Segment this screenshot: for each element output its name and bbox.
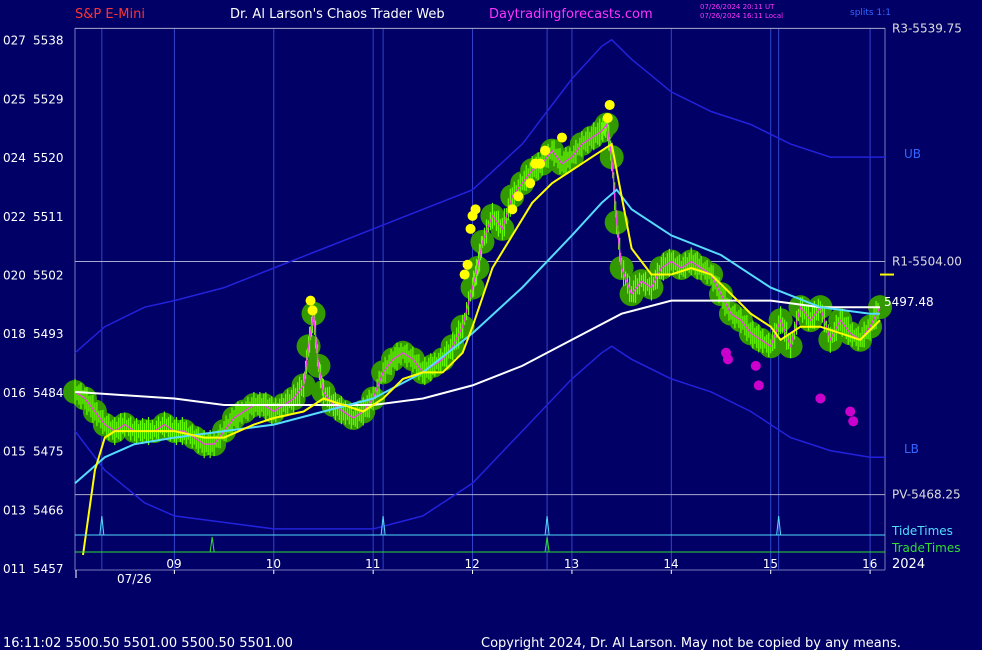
y-tick-left-label: 013 <box>3 503 26 517</box>
y-tick-price-label: 5484 <box>33 386 64 400</box>
y-tick-left-label: 027 <box>3 34 26 48</box>
y-tick-left-label: 016 <box>3 386 26 400</box>
year-label: 2024 <box>892 557 925 572</box>
yellow-signal-dot <box>525 178 536 189</box>
upper-band-label: UB <box>904 147 921 161</box>
y-tick-left-label: 024 <box>3 151 26 165</box>
y-tick-price-label: 5538 <box>33 34 64 48</box>
x-tick-label: 14 <box>663 557 678 571</box>
y-tick-left-label: 020 <box>3 269 26 283</box>
yellow-signal-dot <box>602 113 613 124</box>
yellow-signal-dot <box>556 132 567 143</box>
tide-times-label: TideTimes <box>891 524 953 538</box>
pivot-label: PV-5468.25 <box>892 488 961 502</box>
x-tick-label: 11 <box>365 557 380 571</box>
trade-times-label: TradeTimes <box>891 541 960 555</box>
y-tick-price-label: 5466 <box>33 503 64 517</box>
pivot-label: R3-5539.75 <box>892 21 962 35</box>
stamp-ut: 07/26/2024 20:11 UT <box>700 3 775 11</box>
y-tick-price-label: 5475 <box>33 445 64 459</box>
x-tick-label: 09 <box>166 557 181 571</box>
y-tick-left-label: 015 <box>3 445 26 459</box>
yellow-signal-dot <box>540 145 551 156</box>
x-tick-label: 16 <box>862 557 877 571</box>
chaos-trader-chart: R3-5539.75 R1-5504.00 PV-5468.25 011 5457 01… <box>0 0 982 650</box>
magenta-signal-dot <box>722 354 733 365</box>
yellow-signal-dot <box>535 158 546 169</box>
pivot-label: R1-5504.00 <box>892 254 962 268</box>
magenta-signal-dot <box>848 416 859 427</box>
site-title: Dr. Al Larson's Chaos Trader Web <box>230 7 445 22</box>
splits-label: splits 1:1 <box>850 8 891 18</box>
y-tick-price-label: 5520 <box>33 151 64 165</box>
y-tick-left-label: 025 <box>3 92 26 106</box>
stamp-local: 07/26/2024 16:11 Local <box>700 12 783 20</box>
yellow-signal-dot <box>513 191 524 202</box>
symbol-title: S&P E-Mini <box>75 7 145 22</box>
site-url[interactable]: Daytradingforecasts.com <box>489 7 653 22</box>
x-tick-label: 15 <box>763 557 778 571</box>
x-tick-label: 12 <box>465 557 480 571</box>
y-tick-left-label: 011 <box>3 562 26 576</box>
y-tick-price-label: 5502 <box>33 269 64 283</box>
x-tick-label: 10 <box>266 557 281 571</box>
yellow-signal-dot <box>507 204 518 215</box>
y-tick-price-label: 5493 <box>33 327 64 341</box>
lower-band-label: LB <box>904 442 919 456</box>
magenta-signal-dot <box>815 393 826 404</box>
yellow-signal-dot <box>307 305 318 316</box>
x-tick-label: 13 <box>564 557 579 571</box>
yellow-signal-dot <box>459 269 470 280</box>
yellow-signal-dot <box>465 223 476 234</box>
footer-copyright: Copyright 2024, Dr. Al Larson. May not b… <box>481 636 901 650</box>
magenta-signal-dot <box>753 380 764 391</box>
magenta-signal-dot <box>750 360 761 371</box>
y-tick-price-label: 5457 <box>33 562 64 576</box>
yellow-signal-dot <box>604 99 615 110</box>
yellow-signal-dot <box>470 204 481 215</box>
yellow-signal-dot <box>462 259 473 270</box>
y-tick-left-label: 018 <box>3 327 26 341</box>
yellow-signal-dot <box>305 295 316 306</box>
y-tick-price-label: 5529 <box>33 92 64 106</box>
y-tick-price-label: 5511 <box>33 210 64 224</box>
magenta-signal-dot <box>845 406 856 417</box>
footer-quote: 16:11:02 5500.50 5501.00 5500.50 5501.00 <box>3 636 293 650</box>
last-price-label: 5497.48 <box>884 295 934 309</box>
y-tick-left-label: 022 <box>3 210 26 224</box>
date-label: 07/26 <box>117 572 152 586</box>
